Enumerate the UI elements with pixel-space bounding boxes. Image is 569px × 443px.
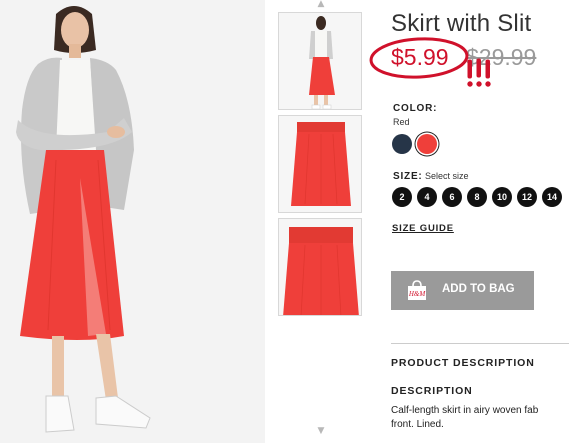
size-button-12[interactable]: 12 — [517, 187, 537, 207]
size-button-6[interactable]: 6 — [442, 187, 462, 207]
description-line-1: Calf-length skirt in airy woven fab — [391, 405, 539, 416]
sale-price: $5.99 — [391, 44, 449, 70]
thumbnail-model[interactable] — [278, 12, 362, 110]
section-divider — [391, 343, 569, 344]
description-text: Calf-length skirt in airy woven fab fron… — [391, 404, 569, 432]
original-price: $29.99 — [466, 44, 537, 70]
size-button-8[interactable]: 8 — [467, 187, 487, 207]
thumbnail-skirt-detail-image — [279, 219, 361, 315]
thumbnail-gallery: ▲ ▼ — [276, 0, 364, 443]
size-button-10[interactable]: 10 — [492, 187, 512, 207]
model-photo — [0, 0, 265, 443]
main-product-image[interactable] — [0, 0, 265, 443]
description-heading: DESCRIPTION — [391, 385, 473, 397]
thumbnail-skirt-front[interactable] — [278, 115, 362, 213]
product-description-heading[interactable]: PRODUCT DESCRIPTION — [391, 357, 535, 369]
thumbnail-model-image — [279, 13, 361, 109]
product-title: Skirt with Slit — [391, 10, 532, 37]
size-button-4[interactable]: 4 — [417, 187, 437, 207]
thumbnail-skirt-detail[interactable] — [278, 218, 362, 316]
color-swatch-navy[interactable] — [392, 134, 412, 154]
add-to-bag-label: ADD TO BAG — [442, 283, 515, 295]
shopping-bag-icon: H&M — [408, 280, 427, 300]
size-label: SIZE: — [393, 171, 423, 182]
description-line-2: front. Lined. — [391, 419, 444, 430]
size-button-14[interactable]: 14 — [542, 187, 562, 207]
color-label: COLOR: — [393, 103, 438, 114]
hm-logo-text: H&M — [408, 290, 427, 298]
thumbnail-skirt-front-image — [279, 116, 361, 212]
size-button-2[interactable]: 2 — [392, 187, 412, 207]
size-hint: Select size — [425, 171, 469, 181]
size-guide-link[interactable]: SIZE GUIDE — [392, 223, 454, 234]
chevron-down-icon[interactable]: ▼ — [316, 427, 326, 436]
color-swatch-red[interactable] — [417, 134, 437, 154]
add-to-bag-button[interactable]: H&M ADD TO BAG — [391, 271, 534, 310]
selected-color-name: Red — [393, 117, 410, 127]
chevron-up-icon[interactable]: ▲ — [316, 0, 326, 9]
